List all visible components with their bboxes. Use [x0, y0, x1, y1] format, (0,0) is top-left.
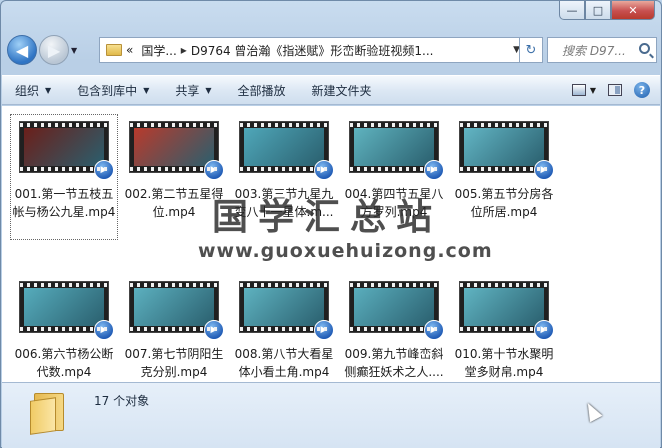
file-item[interactable]: ▶ 005.第五节分房各位所居.mp4 [450, 114, 558, 240]
view-controls: ▼ ? [571, 82, 660, 98]
video-frame [464, 128, 544, 166]
watermark-url: www.guoxuehuizong.com [198, 240, 493, 262]
file-name: 009.第九节峰峦斜侧癫狂妖术之人.... [344, 347, 444, 379]
item-count: 17 个对象 [94, 394, 150, 408]
video-frame [354, 128, 434, 166]
video-frame [134, 288, 214, 326]
media-player-icon: ▶ [204, 160, 224, 180]
media-player-icon: ▶ [204, 320, 224, 340]
caption-buttons: — □ ✕ [559, 1, 655, 21]
share-label: 共享 [175, 83, 200, 98]
file-name: 008.第八节大看星体小看土角.mp4 [234, 347, 334, 379]
address-bar[interactable]: « 国学... ▸ D9764 曾治瀚《指迷赋》形峦断验班视频1... ▼ [99, 37, 525, 63]
media-player-icon: ▶ [314, 160, 334, 180]
share-menu[interactable]: 共享 ▼ [162, 76, 224, 104]
video-thumbnail: ▶ [129, 121, 224, 180]
video-thumbnail: ▶ [239, 281, 334, 340]
media-player-icon: ▶ [424, 320, 444, 340]
media-player-icon: ▶ [94, 320, 114, 340]
breadcrumb-separator-icon[interactable]: ▸ [181, 43, 187, 57]
forward-button[interactable]: ▶ [39, 35, 69, 65]
forward-arrow-icon: ▶ [47, 40, 61, 60]
refresh-icon: ↻ [525, 42, 537, 58]
video-thumbnail: ▶ [459, 281, 554, 340]
refresh-button[interactable]: ↻ [519, 37, 543, 63]
file-list[interactable]: ▶ 001.第一节五枝五帐与杨公九星.mp4 ▶ 002.第二节五星得位.mp4 ▶ 00… [2, 106, 660, 382]
minimize-button[interactable]: — [559, 1, 585, 20]
breadcrumb-overflow[interactable]: « [126, 43, 133, 57]
file-name: 002.第二节五星得位.mp4 [124, 187, 224, 219]
file-item[interactable]: ▶ 010.第十节水聚明堂多财帛.mp4 [450, 274, 558, 382]
file-item[interactable]: ▶ 009.第九节峰峦斜侧癫狂妖术之人.... [340, 274, 448, 382]
change-view-icon[interactable] [571, 84, 586, 96]
media-player-icon: ▶ [534, 160, 554, 180]
media-player-icon: ▶ [534, 320, 554, 340]
close-button[interactable]: ✕ [611, 1, 655, 20]
navigation-buttons: ◀ ▶ ▼ [7, 33, 83, 67]
breadcrumb-item-guoxue[interactable]: 国学... [141, 42, 176, 59]
video-frame [354, 288, 434, 326]
video-thumbnail: ▶ [129, 281, 224, 340]
back-button[interactable]: ◀ [7, 35, 37, 65]
include-in-library-menu[interactable]: 包含到库中 ▼ [64, 76, 162, 104]
video-thumbnail: ▶ [349, 121, 444, 180]
command-bar: 组织 ▼ 包含到库中 ▼ 共享 ▼ 全部播放 新建文件夹 ▼ ? [2, 75, 660, 105]
file-name: 010.第十节水聚明堂多财帛.mp4 [454, 347, 554, 379]
include-label: 包含到库中 [77, 83, 138, 98]
video-frame [24, 288, 104, 326]
chevron-down-icon: ▼ [205, 85, 212, 95]
video-thumbnail: ▶ [239, 121, 334, 180]
preview-pane-icon[interactable] [608, 84, 622, 96]
media-player-icon: ▶ [314, 320, 334, 340]
file-name: 005.第五节分房各位所居.mp4 [454, 187, 554, 219]
video-frame [244, 128, 324, 166]
file-item[interactable]: ▶ 006.第六节杨公断代数.mp4 [10, 274, 118, 382]
video-thumbnail: ▶ [19, 121, 114, 180]
video-thumbnail: ▶ [349, 281, 444, 340]
play-all-button[interactable]: 全部播放 [225, 76, 299, 104]
help-icon[interactable]: ? [634, 82, 650, 98]
details-pane: 17 个对象 [2, 382, 660, 448]
file-name: 007.第七节阴阳生克分别.mp4 [124, 347, 224, 379]
new-folder-button[interactable]: 新建文件夹 [299, 76, 385, 104]
file-item[interactable]: ▶ 007.第七节阴阳生克分别.mp4 [120, 274, 228, 382]
maximize-button[interactable]: □ [585, 1, 611, 20]
file-name: 006.第六节杨公断代数.mp4 [14, 347, 114, 379]
organize-label: 组织 [15, 83, 40, 98]
media-player-icon: ▶ [424, 160, 444, 180]
video-frame [464, 288, 544, 326]
chevron-down-icon: ▼ [45, 85, 52, 95]
back-arrow-icon: ◀ [15, 40, 29, 60]
file-item[interactable]: ▶ 008.第八节大看星体小看土角.mp4 [230, 274, 338, 382]
recent-pages-dropdown[interactable]: ▼ [71, 46, 83, 55]
breadcrumb-item-current[interactable]: D9764 曾治瀚《指迷赋》形峦断验班视频1... [191, 42, 434, 59]
watermark-title: 国学汇总站 [212, 197, 443, 238]
video-frame [244, 288, 324, 326]
folder-large-icon [30, 389, 70, 435]
video-frame [24, 128, 104, 166]
file-name: 001.第一节五枝五帐与杨公九星.mp4 [12, 187, 116, 219]
video-thumbnail: ▶ [459, 121, 554, 180]
media-player-icon: ▶ [94, 160, 114, 180]
folder-icon [106, 44, 122, 56]
search-icon[interactable] [639, 43, 650, 54]
explorer-window: — □ ✕ ◀ ▶ ▼ « 国学... ▸ D9764 曾治瀚《指迷赋》形峦断验… [0, 0, 662, 448]
organize-menu[interactable]: 组织 ▼ [2, 76, 64, 104]
video-thumbnail: ▶ [19, 281, 114, 340]
video-frame [134, 128, 214, 166]
chevron-down-icon: ▼ [143, 85, 150, 95]
view-dropdown-icon[interactable]: ▼ [590, 86, 596, 95]
search-input[interactable]: 搜索 D97... [547, 37, 657, 63]
search-placeholder: 搜索 D97... [562, 43, 626, 58]
file-item[interactable]: ▶ 001.第一节五枝五帐与杨公九星.mp4 [10, 114, 118, 240]
